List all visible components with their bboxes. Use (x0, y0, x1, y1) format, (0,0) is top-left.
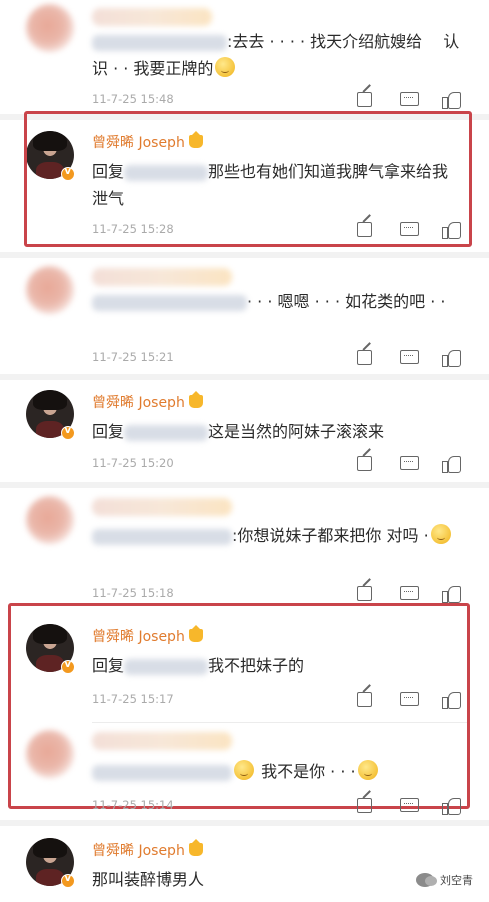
watermark: 刘空青 (416, 872, 473, 888)
share-icon[interactable] (356, 584, 374, 602)
comment-text: 我不是你 · · · (92, 758, 462, 785)
comment-actions (356, 690, 466, 710)
like-icon[interactable] (442, 348, 461, 367)
share-icon[interactable] (356, 690, 374, 708)
emoji-icon (234, 760, 254, 780)
blurred-mention (92, 34, 227, 51)
share-icon[interactable] (356, 454, 374, 472)
comment-time: 11-7-25 15:20 (92, 456, 174, 470)
divider (0, 820, 489, 826)
comment-actions (356, 90, 466, 110)
verified-badge-icon (61, 425, 75, 440)
avatar[interactable] (26, 730, 74, 778)
comment-time: 11-7-25 15:17 (92, 692, 174, 706)
emoji-icon (430, 524, 451, 544)
like-icon[interactable] (442, 90, 461, 109)
comment-actions (356, 348, 466, 368)
comment-icon[interactable] (400, 584, 419, 602)
blurred-mention (124, 424, 209, 441)
share-icon[interactable] (356, 348, 374, 366)
blurred-username (92, 8, 212, 26)
comment-icon[interactable] (400, 454, 419, 472)
comment-icon[interactable] (400, 348, 419, 366)
avatar[interactable] (26, 4, 74, 52)
comment-time: 11-7-25 15:14 (92, 798, 174, 812)
comment-time: 11-7-25 15:48 (92, 92, 174, 106)
blurred-mention (92, 528, 232, 545)
verified-badge-icon (61, 873, 75, 888)
blurred-username (92, 268, 232, 286)
comment-icon[interactable] (400, 796, 419, 814)
comment-actions (356, 454, 466, 474)
comment-text: :去去 · · · · 找天介绍航嫂给 认识 · · 我要正牌的 (92, 32, 460, 78)
username[interactable]: 曾舜晞 Joseph (92, 391, 203, 412)
comment-icon[interactable] (400, 90, 419, 108)
comment-actions (356, 584, 466, 604)
crown-icon (188, 839, 203, 856)
emoji-icon (215, 57, 236, 77)
comment-text: 那叫装醉博男人 (92, 870, 205, 889)
share-icon[interactable] (356, 796, 374, 814)
crown-icon (188, 625, 203, 642)
share-icon[interactable] (356, 90, 374, 108)
like-icon[interactable] (442, 454, 461, 473)
blurred-mention (92, 294, 247, 311)
comment-thread: :去去 · · · · 找天介绍航嫂给 认识 · · 我要正牌的 11-7-25… (0, 0, 489, 902)
like-icon[interactable] (442, 584, 461, 603)
comment-text: · · · 嗯嗯 · · · 如花类的吧 · · (92, 288, 462, 315)
comment-text: 回复 这是当然的阿妹子滚滚来 (92, 422, 385, 441)
blurred-username (92, 498, 232, 516)
blurred-username (92, 732, 232, 750)
divider (0, 482, 489, 488)
divider (0, 374, 489, 380)
blurred-mention (124, 658, 209, 675)
avatar[interactable] (26, 266, 74, 314)
divider (92, 722, 467, 723)
avatar[interactable] (26, 496, 74, 544)
wechat-logo-icon (416, 873, 437, 887)
comment-time: 11-7-25 15:21 (92, 350, 174, 364)
blurred-mention (92, 764, 232, 781)
like-icon[interactable] (442, 690, 461, 709)
divider (0, 252, 489, 258)
comment-actions (356, 796, 466, 816)
comment-time: 11-7-25 15:18 (92, 586, 174, 600)
highlight-box (24, 111, 472, 247)
comment-icon[interactable] (400, 690, 419, 708)
comment-text: 回复 我不把妹子的 (92, 656, 305, 675)
crown-icon (188, 391, 203, 408)
verified-badge-icon (61, 659, 75, 674)
username[interactable]: 曾舜晞 Joseph (92, 839, 203, 860)
username[interactable]: 曾舜晞 Joseph (92, 625, 203, 646)
emoji-icon (357, 760, 378, 780)
comment-text: :你想说妹子都来把你 对吗 · (92, 522, 462, 549)
like-icon[interactable] (442, 796, 461, 815)
